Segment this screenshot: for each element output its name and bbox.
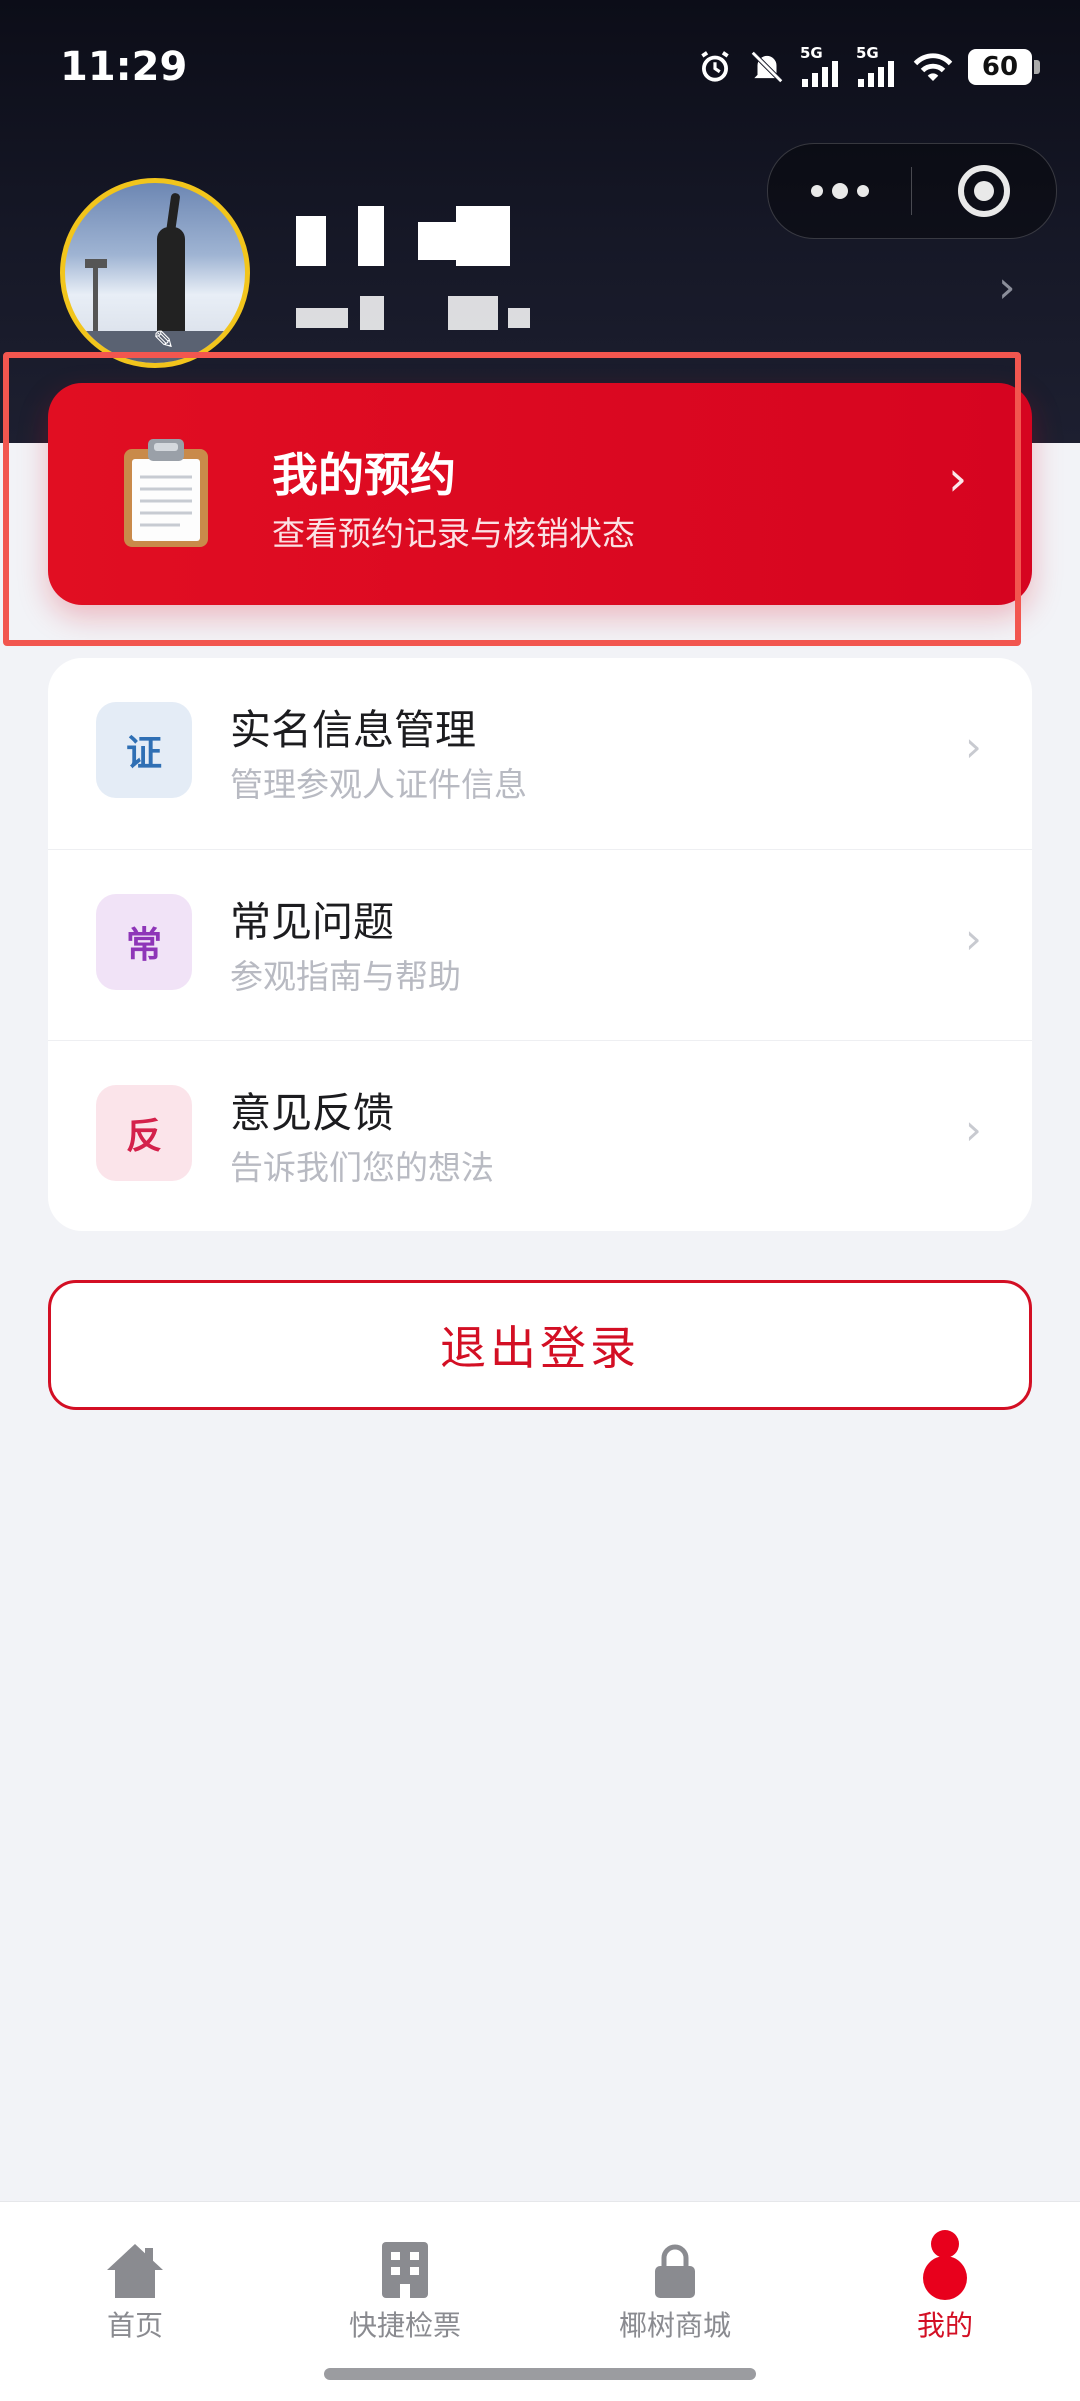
lock-bag-icon bbox=[655, 2244, 695, 2298]
profile-chevron-right-icon[interactable]: › bbox=[998, 262, 1016, 313]
signal-icon bbox=[858, 61, 894, 87]
chevron-right-icon: › bbox=[965, 1105, 982, 1154]
more-dot-icon bbox=[810, 185, 823, 197]
building-icon bbox=[382, 2242, 428, 2298]
menu-item-real-name[interactable]: 证 实名信息管理 管理参观人证件信息 › bbox=[48, 658, 1032, 849]
chevron-right-icon: › bbox=[965, 722, 982, 771]
tab-label: 首页 bbox=[106, 2309, 163, 2342]
user-avatar[interactable]: ✎ bbox=[60, 178, 250, 368]
menu-item-feedback[interactable]: 反 意见反馈 告诉我们您的想法 › bbox=[48, 1040, 1032, 1231]
id-badge-icon: 证 bbox=[96, 702, 192, 798]
tab-label: 椰树商城 bbox=[618, 2309, 731, 2342]
signal-icon bbox=[802, 61, 838, 87]
target-icon bbox=[958, 165, 1010, 217]
menu-item-subtitle: 参观指南与帮助 bbox=[230, 957, 461, 996]
network-type-label: 5G bbox=[856, 44, 879, 62]
user-name-redacted bbox=[296, 206, 516, 266]
status-icons: 5G 5G 60 bbox=[696, 46, 1040, 87]
more-options-button[interactable] bbox=[768, 144, 911, 238]
faq-badge-icon: 常 bbox=[96, 894, 192, 990]
more-dot-icon bbox=[831, 183, 848, 199]
tab-coconut-mall[interactable]: 椰树商城 bbox=[575, 2228, 775, 2344]
network-type-label: 5G bbox=[800, 44, 823, 62]
menu-list: 证 实名信息管理 管理参观人证件信息 › 常 常见问题 参观指南与帮助 › 反 … bbox=[48, 658, 1032, 1231]
tab-home[interactable]: 首页 bbox=[35, 2228, 235, 2344]
chevron-right-icon: › bbox=[965, 914, 982, 963]
menu-item-title: 实名信息管理 bbox=[230, 706, 476, 754]
tab-label: 快捷检票 bbox=[348, 2309, 461, 2342]
battery-indicator: 60 bbox=[968, 48, 1032, 85]
logout-button[interactable]: 退出登录 bbox=[48, 1280, 1032, 1410]
alarm-icon bbox=[701, 50, 729, 82]
status-time: 11:29 bbox=[60, 44, 188, 90]
person-icon bbox=[923, 2230, 967, 2300]
menu-item-title: 意见反馈 bbox=[230, 1089, 394, 1137]
menu-item-subtitle: 告诉我们您的想法 bbox=[230, 1148, 494, 1187]
home-indicator[interactable] bbox=[324, 2368, 756, 2380]
home-icon bbox=[107, 2244, 163, 2298]
wifi-icon bbox=[913, 52, 953, 81]
more-dot-icon bbox=[856, 185, 869, 197]
miniapp-capsule bbox=[767, 143, 1057, 239]
tab-quick-checkin[interactable]: 快捷检票 bbox=[305, 2228, 505, 2344]
tab-mine[interactable]: 我的 bbox=[845, 2228, 1045, 2344]
mute-icon bbox=[751, 50, 783, 83]
feedback-badge-icon: 反 bbox=[96, 1085, 192, 1181]
tab-label: 我的 bbox=[916, 2309, 973, 2342]
menu-item-subtitle: 管理参观人证件信息 bbox=[230, 765, 527, 804]
menu-item-title: 常见问题 bbox=[230, 898, 394, 946]
menu-item-faq[interactable]: 常 常见问题 参观指南与帮助 › bbox=[48, 849, 1032, 1041]
highlight-frame bbox=[3, 352, 1021, 646]
close-miniapp-button[interactable] bbox=[912, 144, 1056, 238]
user-phone-redacted bbox=[296, 296, 536, 330]
